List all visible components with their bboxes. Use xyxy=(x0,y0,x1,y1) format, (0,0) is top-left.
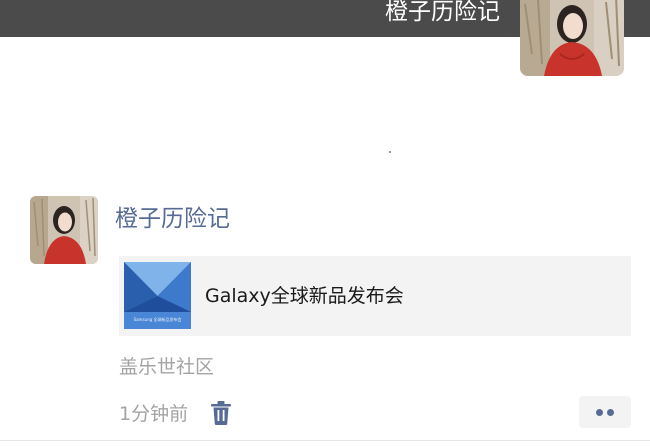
shared-link-card[interactable]: Samsung 全球新品发布会 Galaxy全球新品发布会 xyxy=(119,256,631,336)
thumbnail-caption: Samsung 全球新品发布会 xyxy=(134,316,182,322)
separator-dot xyxy=(389,151,391,153)
link-title: Galaxy全球新品发布会 xyxy=(205,285,404,307)
cover-avatar[interactable] xyxy=(520,0,624,76)
post-avatar[interactable] xyxy=(30,196,98,264)
trash-icon[interactable] xyxy=(210,400,232,426)
post-author-name[interactable]: 橙子历险记 xyxy=(115,202,230,236)
more-dots-icon xyxy=(607,409,614,416)
more-actions-button[interactable] xyxy=(579,396,631,428)
moments-page: 橙子历险记 橙子历险记 Samsung 全球新品发布会 Galaxy全球新品发布… xyxy=(0,0,650,448)
divider xyxy=(0,440,650,441)
post-source[interactable]: 盖乐世社区 xyxy=(119,353,214,381)
galaxy-thumbnail-image: Samsung 全球新品发布会 xyxy=(124,262,191,329)
post-time: 1分钟前 xyxy=(119,403,189,425)
more-dots-icon xyxy=(596,409,603,416)
cover-user-name[interactable]: 橙子历险记 xyxy=(385,0,500,26)
link-thumbnail: Samsung 全球新品发布会 xyxy=(124,262,191,329)
avatar-image xyxy=(30,196,98,264)
avatar-image xyxy=(520,0,624,76)
